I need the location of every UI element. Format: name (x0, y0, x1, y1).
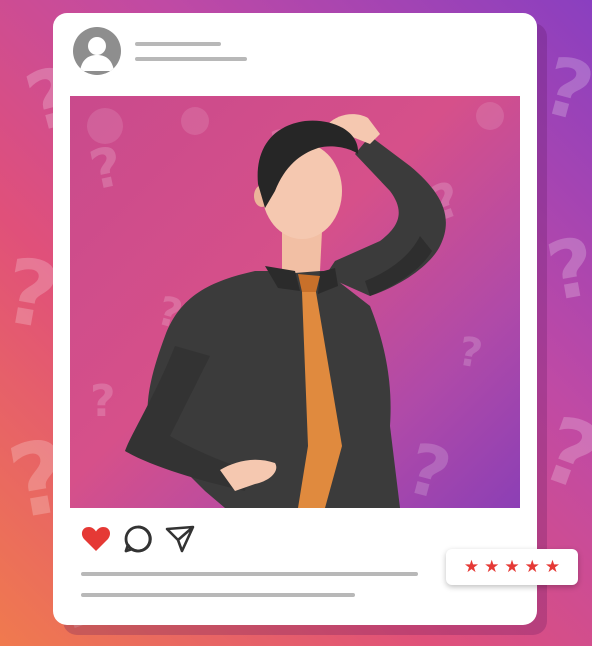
user-avatar-icon[interactable] (73, 27, 121, 75)
star-icon: ★ (544, 556, 561, 577)
star-rating-badge: ★ ★ ★ ★ ★ (446, 549, 578, 585)
svg-text:?: ? (399, 427, 459, 508)
comment-icon[interactable] (122, 523, 154, 555)
star-icon: ★ (524, 556, 540, 577)
svg-text:?: ? (90, 376, 116, 427)
caption-placeholder-line (81, 593, 355, 597)
svg-text:?: ? (455, 329, 486, 378)
question-mark-icon: ? (540, 219, 592, 320)
svg-text:?: ? (84, 134, 128, 202)
star-icon: ★ (484, 556, 500, 577)
subtitle-placeholder-line (135, 57, 247, 61)
post-image: ? ? ? ? ? ? ? (70, 96, 520, 508)
post-actions (80, 523, 196, 555)
question-mark-icon: ? (533, 38, 592, 141)
question-mark-icon: ? (528, 396, 592, 513)
social-post-card: ? ? ? ? ? ? ? (53, 13, 537, 625)
caption-placeholder-line (81, 572, 418, 576)
username-placeholder-line (135, 42, 221, 46)
heart-icon[interactable] (80, 523, 112, 555)
star-icon: ★ (463, 556, 480, 577)
star-icon: ★ (504, 556, 520, 577)
share-icon[interactable] (164, 523, 196, 555)
